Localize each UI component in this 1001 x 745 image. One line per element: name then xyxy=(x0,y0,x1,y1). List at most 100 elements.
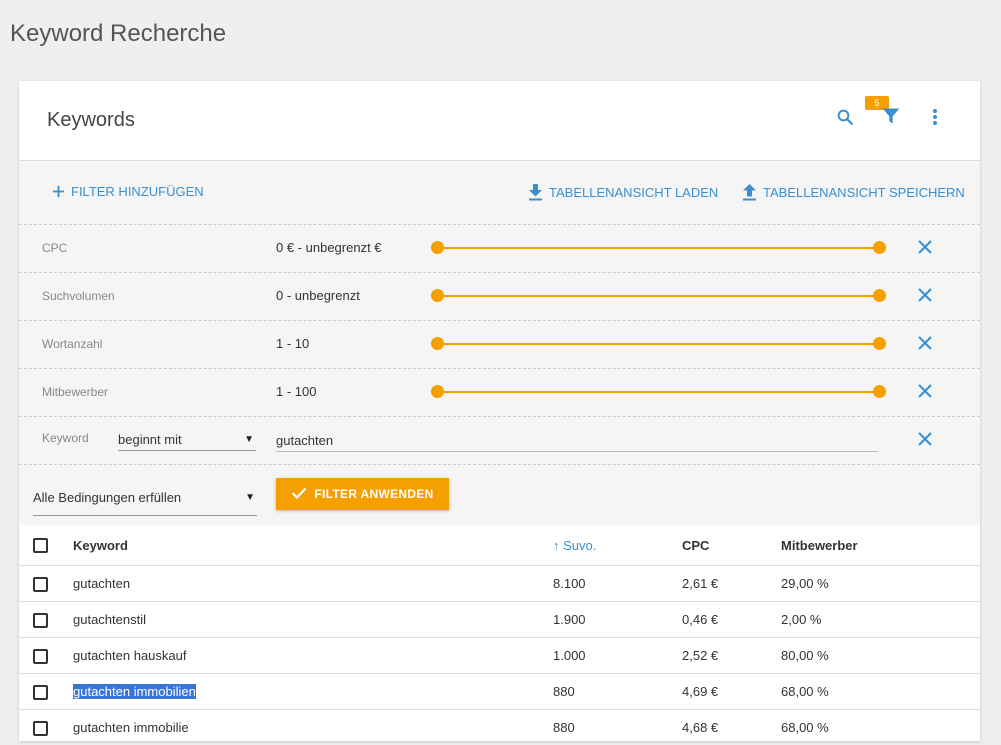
cell-cpc: 0,46 € xyxy=(681,602,780,638)
operator-value: beginnt mit xyxy=(118,432,182,447)
table-row[interactable]: gutachten immobilien 880 4,69 € 68,00 % xyxy=(19,674,980,710)
filter-area: FILTER HINZUFÜGEN TABELLENANSICHT LADEN … xyxy=(19,161,980,525)
remove-filter-icon[interactable] xyxy=(918,336,932,355)
apply-filter-label: FILTER ANWENDEN xyxy=(314,487,433,501)
filter-label: CPC xyxy=(42,241,67,255)
filter-label: Wortanzahl xyxy=(42,337,102,351)
slider-min-handle[interactable] xyxy=(431,385,444,398)
cell-keyword: gutachtenstil xyxy=(72,602,552,638)
apply-filter-button[interactable]: FILTER ANWENDEN xyxy=(276,478,449,510)
page-title: Keyword Recherche xyxy=(10,20,226,48)
card-header: Keywords 5 xyxy=(19,81,980,161)
range-slider[interactable] xyxy=(432,337,880,351)
keywords-card: Keywords 5 FILTER HINZUFÜGEN TABELLENANS… xyxy=(19,81,980,741)
cell-cpc: 2,52 € xyxy=(681,638,780,674)
cell-cpc: 4,69 € xyxy=(681,674,780,710)
column-header-suvo-label: Suvo. xyxy=(563,538,596,553)
cell-keyword: gutachten immobilien xyxy=(72,674,552,710)
column-header-suvo[interactable]: ↑ Suvo. xyxy=(552,525,681,566)
filter-label: Keyword xyxy=(42,431,89,445)
remove-filter-icon[interactable] xyxy=(918,240,932,259)
sort-ascending-icon: ↑ xyxy=(553,538,560,553)
slider-min-handle[interactable] xyxy=(431,337,444,350)
cell-keyword: gutachten hauskauf xyxy=(72,638,552,674)
slider-track xyxy=(432,247,880,249)
row-checkbox[interactable] xyxy=(33,577,48,592)
cell-competitors: 29,00 % xyxy=(780,566,980,602)
add-filter-label: FILTER HINZUFÜGEN xyxy=(71,184,204,199)
save-view-label: TABELLENANSICHT SPEICHERN xyxy=(763,185,965,200)
slider-min-handle[interactable] xyxy=(431,289,444,302)
row-checkbox[interactable] xyxy=(33,613,48,628)
table-row[interactable]: gutachtenstil 1.900 0,46 € 2,00 % xyxy=(19,602,980,638)
filter-row-mitbewerber: Mitbewerber 1 - 100 xyxy=(19,369,980,417)
cell-suvo: 1.900 xyxy=(552,602,681,638)
save-view-button[interactable]: TABELLENANSICHT SPEICHERN xyxy=(742,184,965,201)
column-header-competitors[interactable]: Mitbewerber xyxy=(780,525,980,566)
filter-row-suchvolumen: Suchvolumen 0 - unbegrenzt xyxy=(19,273,980,321)
slider-min-handle[interactable] xyxy=(431,241,444,254)
row-checkbox[interactable] xyxy=(33,685,48,700)
operator-select[interactable]: beginnt mit ▼ xyxy=(118,429,256,451)
filter-value: 0 - unbegrenzt xyxy=(276,288,360,303)
load-view-button[interactable]: TABELLENANSICHT LADEN xyxy=(528,184,718,201)
range-slider[interactable] xyxy=(432,289,880,303)
keyword-input[interactable]: gutachten xyxy=(276,430,878,452)
filter-row-cpc: CPC 0 € - unbegrenzt € xyxy=(19,225,980,273)
plus-icon xyxy=(52,185,65,198)
filter-value: 1 - 10 xyxy=(276,336,309,351)
filter-value: 0 € - unbegrenzt € xyxy=(276,240,382,255)
cell-competitors: 68,00 % xyxy=(780,710,980,745)
table-row[interactable]: gutachten hauskauf 1.000 2,52 € 80,00 % xyxy=(19,638,980,674)
row-checkbox[interactable] xyxy=(33,721,48,736)
dropdown-arrow-icon: ▼ xyxy=(244,429,254,450)
remove-filter-icon[interactable] xyxy=(918,432,932,451)
remove-filter-icon[interactable] xyxy=(918,384,932,403)
load-view-label: TABELLENANSICHT LADEN xyxy=(549,185,718,200)
card-title: Keywords xyxy=(47,109,135,132)
cell-keyword: gutachten xyxy=(72,566,552,602)
cell-keyword: gutachten immobilie xyxy=(72,710,552,745)
slider-max-handle[interactable] xyxy=(873,289,886,302)
upload-icon xyxy=(742,184,757,201)
row-checkbox[interactable] xyxy=(33,649,48,664)
table-row[interactable]: gutachten 8.100 2,61 € 29,00 % xyxy=(19,566,980,602)
more-vert-icon[interactable] xyxy=(932,108,938,131)
cell-suvo: 8.100 xyxy=(552,566,681,602)
keywords-table: Keyword ↑ Suvo. CPC Mitbewerber gutachte… xyxy=(19,525,980,745)
slider-track xyxy=(432,295,880,297)
slider-track xyxy=(432,343,880,345)
filter-icon[interactable] xyxy=(881,106,901,131)
remove-filter-icon[interactable] xyxy=(918,288,932,307)
selected-text: gutachten immobilien xyxy=(73,684,196,699)
cell-competitors: 68,00 % xyxy=(780,674,980,710)
slider-max-handle[interactable] xyxy=(873,337,886,350)
cell-cpc: 4,68 € xyxy=(681,710,780,745)
cell-suvo: 1.000 xyxy=(552,638,681,674)
cell-competitors: 80,00 % xyxy=(780,638,980,674)
column-header-keyword[interactable]: Keyword xyxy=(72,525,552,566)
slider-track xyxy=(432,391,880,393)
range-slider[interactable] xyxy=(432,241,880,255)
slider-max-handle[interactable] xyxy=(873,241,886,254)
conditions-select[interactable]: Alle Bedingungen erfüllen ▼ xyxy=(33,487,257,516)
download-icon xyxy=(528,184,543,201)
cell-cpc: 2,61 € xyxy=(681,566,780,602)
dropdown-arrow-icon: ▼ xyxy=(245,487,255,509)
range-slider[interactable] xyxy=(432,385,880,399)
filter-row-wortanzahl: Wortanzahl 1 - 10 xyxy=(19,321,980,369)
filter-actions: Alle Bedingungen erfüllen ▼ FILTER ANWEN… xyxy=(19,465,980,525)
add-filter-button[interactable]: FILTER HINZUFÜGEN xyxy=(52,184,204,199)
column-header-cpc[interactable]: CPC xyxy=(681,525,780,566)
filter-toolbar: FILTER HINZUFÜGEN TABELLENANSICHT LADEN … xyxy=(19,161,980,225)
table-row[interactable]: gutachten immobilie 880 4,68 € 68,00 % xyxy=(19,710,980,745)
conditions-value: Alle Bedingungen erfüllen xyxy=(33,490,181,505)
filter-label: Suchvolumen xyxy=(42,289,115,303)
filter-label: Mitbewerber xyxy=(42,385,108,399)
table-header-row: Keyword ↑ Suvo. CPC Mitbewerber xyxy=(19,525,980,566)
select-all-checkbox[interactable] xyxy=(33,538,48,553)
search-icon[interactable] xyxy=(836,108,854,131)
cell-competitors: 2,00 % xyxy=(780,602,980,638)
cell-suvo: 880 xyxy=(552,674,681,710)
slider-max-handle[interactable] xyxy=(873,385,886,398)
